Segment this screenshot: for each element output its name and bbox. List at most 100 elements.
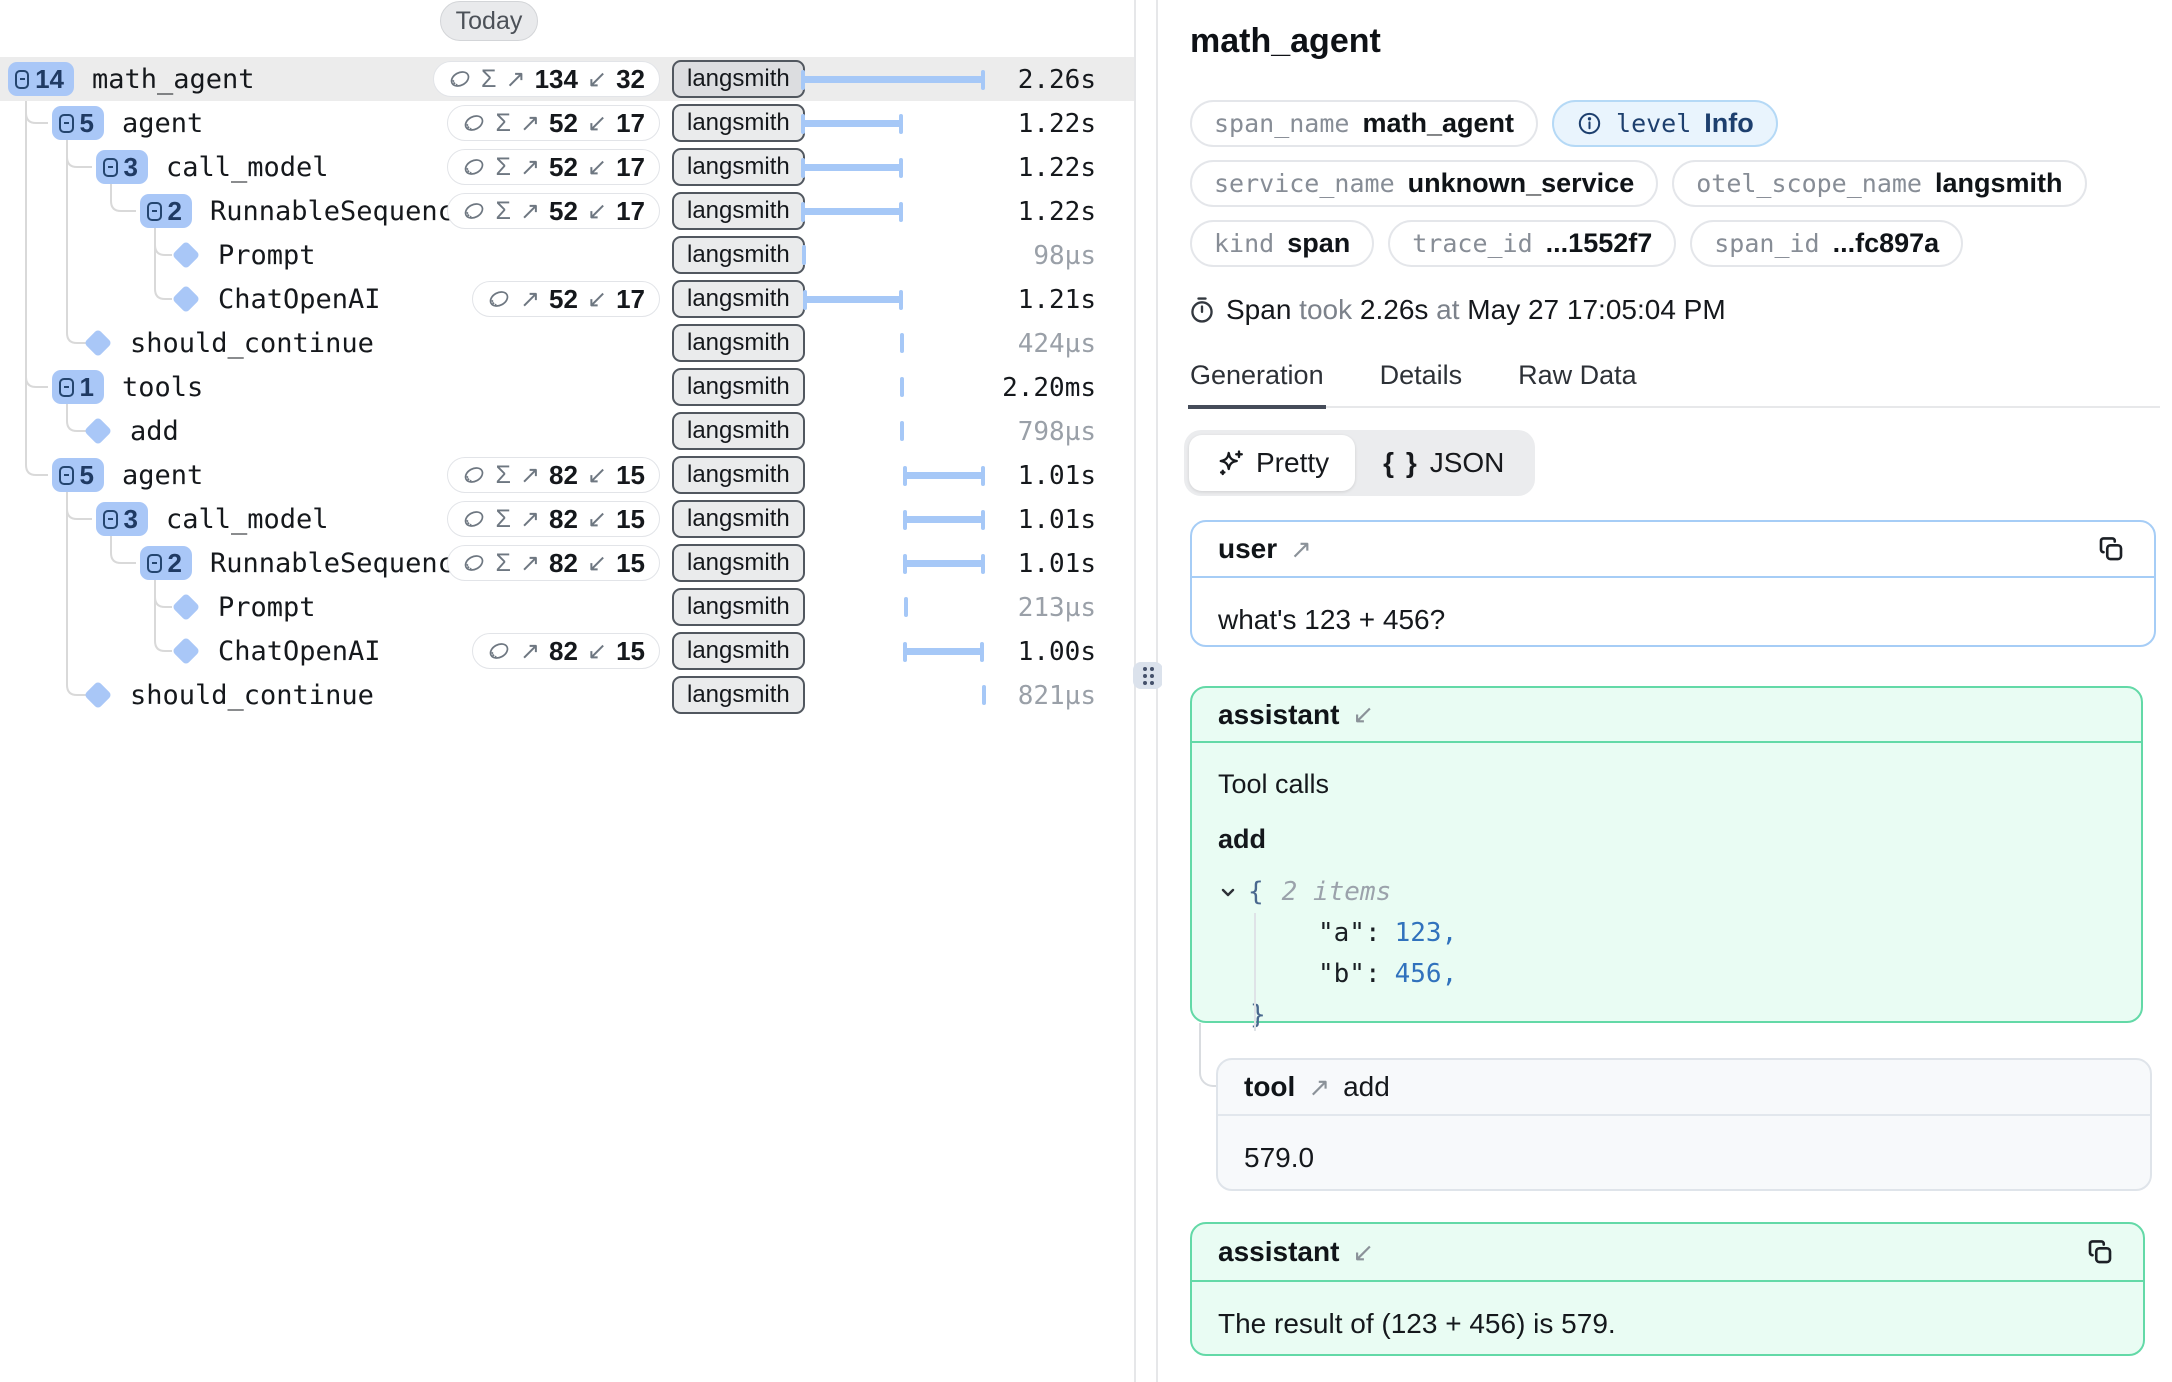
json-value: 456, <box>1395 959 1458 989</box>
stopwatch-icon <box>1188 296 1216 324</box>
tree-row[interactable]: 5agentΣ↗52↙17langsmith1.22s <box>0 101 1136 145</box>
json-button[interactable]: { } JSON <box>1357 435 1530 491</box>
sigma-icon: Σ <box>495 153 510 182</box>
run-diamond-icon <box>172 241 200 269</box>
tag-langsmith[interactable]: langsmith <box>672 500 805 538</box>
run-label: agent <box>122 460 203 491</box>
collapse-badge[interactable]: 5 <box>52 458 104 492</box>
tag-langsmith[interactable]: langsmith <box>672 544 805 582</box>
tab-raw-data[interactable]: Raw Data <box>1516 352 1639 409</box>
tag-langsmith[interactable]: langsmith <box>672 192 805 230</box>
sigma-icon: Σ <box>495 109 510 138</box>
collapse-badge[interactable]: 14 <box>8 62 74 96</box>
tag-langsmith[interactable]: langsmith <box>672 104 805 142</box>
tree-row[interactable]: 2RunnableSequenceΣ↗82↙15langsmith1.01s <box>0 541 1136 585</box>
took-segment: at <box>1428 294 1459 325</box>
span-detail-panel: math_agent span_namemath_agentlevelInfo … <box>1162 0 2172 1382</box>
json-label: JSON <box>1430 447 1505 479</box>
run-label: ChatOpenAI <box>218 636 381 667</box>
tree-row[interactable]: 3call_modelΣ↗82↙15langsmith1.01s <box>0 497 1136 541</box>
json-key: "a": <box>1318 918 1381 948</box>
duration-bar <box>802 164 902 171</box>
tag-langsmith[interactable]: langsmith <box>672 676 805 714</box>
child-count: 1 <box>80 372 94 403</box>
tag-langsmith[interactable]: langsmith <box>672 588 805 626</box>
duration-text: 1.22s <box>1018 153 1096 183</box>
tree-row[interactable]: 14math_agentΣ↗134↙32langsmith2.26s <box>0 57 1136 101</box>
tag-langsmith[interactable]: langsmith <box>672 632 805 670</box>
tab-generation[interactable]: Generation <box>1188 352 1326 409</box>
tag-langsmith[interactable]: langsmith <box>672 412 805 450</box>
tree-row[interactable]: ChatOpenAI↗52↙17langsmith1.21s <box>0 277 1136 321</box>
input-arrow-icon: ↗ <box>520 637 540 666</box>
collapse-badge[interactable]: 3 <box>96 150 148 184</box>
tree-row[interactable]: Promptlangsmith213µs <box>0 585 1136 629</box>
pill-value: ...fc897a <box>1833 228 1940 259</box>
tree-row[interactable]: addlangsmith798µs <box>0 409 1136 453</box>
input-arrow-icon: ↗ <box>520 461 540 490</box>
duration-text: 424µs <box>1018 329 1096 359</box>
collapse-badge[interactable]: 1 <box>52 370 104 404</box>
tree-row[interactable]: 2RunnableSequenceΣ↗52↙17langsmith1.22s <box>0 189 1136 233</box>
pill-key: kind <box>1214 229 1274 258</box>
coin-icon <box>462 199 486 223</box>
message-role: assistant <box>1218 699 1339 731</box>
tree-row[interactable]: should_continue langsmith 424µs <box>0 321 1136 365</box>
message-role: user <box>1218 533 1277 565</box>
coin-icon <box>448 67 472 91</box>
tree-row[interactable]: ChatOpenAI↗82↙15langsmith1.00s <box>0 629 1136 673</box>
tag-langsmith[interactable]: langsmith <box>672 324 805 362</box>
output-arrow-icon: ↙ <box>587 197 607 226</box>
input-arrow-icon: ↗ <box>520 549 540 578</box>
panel-divider-line <box>1134 0 1136 1382</box>
duration-bar <box>804 296 902 303</box>
tree-row[interactable]: should_continuelangsmith821µs <box>0 673 1136 717</box>
pretty-button[interactable]: Pretty <box>1189 435 1355 491</box>
pill-trace_id: trace_id...1552f7 <box>1388 220 1676 267</box>
tree-row[interactable]: 3call_modelΣ↗52↙17langsmith1.22s <box>0 145 1136 189</box>
collapse-badge[interactable]: 5 <box>52 106 104 140</box>
input-arrow-icon: ↗ <box>520 197 540 226</box>
panel-resize-handle[interactable] <box>1133 662 1163 689</box>
pill-kind: kindspan <box>1190 220 1374 267</box>
pill-service_name: service_nameunknown_service <box>1190 160 1658 207</box>
tab-details[interactable]: Details <box>1378 352 1465 409</box>
message-header: assistant ↙ <box>1192 1224 2143 1282</box>
run-label: should_continue <box>130 328 374 359</box>
run-label: call_model <box>166 152 329 183</box>
copy-button[interactable] <box>2083 1235 2117 1269</box>
output-arrow-icon: ↙ <box>587 637 607 666</box>
run-label: should_continue <box>130 680 374 711</box>
duration-text: 98µs <box>1033 241 1096 271</box>
input-tokens: 134 <box>535 64 578 95</box>
run-label: add <box>130 416 179 447</box>
chevron-down-icon[interactable] <box>1218 882 1240 902</box>
message-header: assistant ↙ <box>1192 688 2141 743</box>
collapse-badge[interactable]: 2 <box>140 194 192 228</box>
tree-row[interactable]: 5agentΣ↗82↙15langsmith1.01s <box>0 453 1136 497</box>
tag-langsmith[interactable]: langsmith <box>672 236 805 274</box>
input-tokens: 52 <box>549 284 578 315</box>
collapse-badge[interactable]: 3 <box>96 502 148 536</box>
pill-value: ...1552f7 <box>1546 228 1653 259</box>
tag-langsmith[interactable]: langsmith <box>672 148 805 186</box>
tag-langsmith[interactable]: langsmith <box>672 280 805 318</box>
tree-row[interactable]: 1toolslangsmith2.20ms <box>0 365 1136 409</box>
tag-langsmith[interactable]: langsmith <box>672 456 805 494</box>
tag-langsmith[interactable]: langsmith <box>672 368 805 406</box>
collapse-minus-icon <box>59 114 74 133</box>
duration-text: 2.26s <box>1018 65 1096 95</box>
duration-text: 1.21s <box>1018 285 1096 315</box>
copy-button[interactable] <box>2094 532 2128 566</box>
tree-row[interactable]: Promptlangsmith98µs <box>0 233 1136 277</box>
took-segment: took <box>1291 294 1352 325</box>
collapse-minus-icon <box>103 510 118 529</box>
output-arrow-icon: ↙ <box>587 505 607 534</box>
tag-langsmith[interactable]: langsmith <box>672 60 805 98</box>
sigma-icon: Σ <box>495 461 510 490</box>
run-label: Prompt <box>218 592 316 623</box>
child-count: 5 <box>80 460 94 491</box>
pill-span_id: span_id...fc897a <box>1690 220 1963 267</box>
run-diamond-icon <box>172 285 200 313</box>
collapse-badge[interactable]: 2 <box>140 546 192 580</box>
